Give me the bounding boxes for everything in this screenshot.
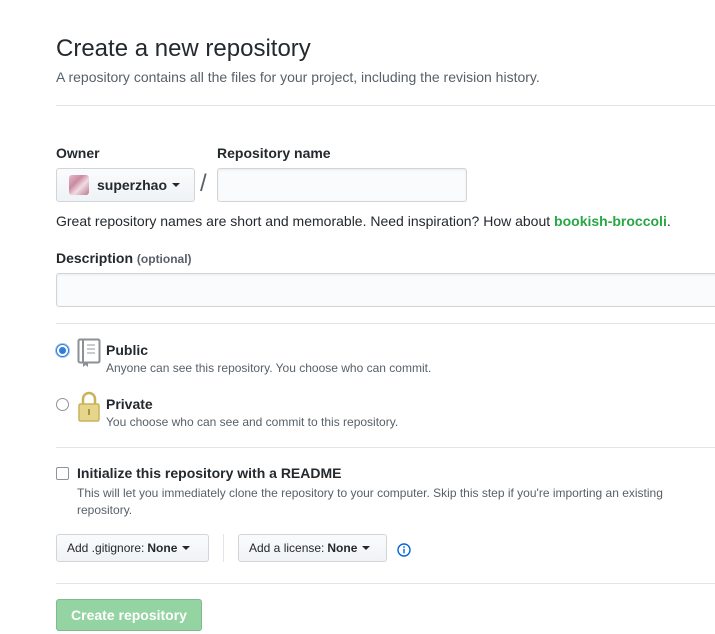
repo-name-label: Repository name — [217, 145, 331, 161]
description-input[interactable] — [56, 273, 715, 307]
create-repository-button[interactable]: Create repository — [56, 599, 202, 631]
name-suggestion[interactable]: bookish-broccoli — [554, 213, 667, 229]
lock-icon — [78, 391, 100, 422]
gitignore-select[interactable]: Add .gitignore: None — [56, 534, 209, 562]
divider — [56, 323, 715, 324]
public-title: Public — [106, 342, 149, 358]
avatar — [69, 175, 89, 195]
description-label: Description (optional) — [56, 250, 192, 266]
readme-desc-line1: This will let you immediately clone the … — [77, 486, 663, 500]
license-label: Add a license: — [249, 541, 325, 555]
page-subtitle: A repository contains all the files for … — [56, 69, 540, 85]
name-hint-suffix: . — [666, 213, 671, 229]
readme-checkbox[interactable] — [56, 467, 69, 480]
owner-repo-separator: / — [200, 170, 207, 197]
name-hint: Great repository names are short and mem… — [56, 213, 671, 229]
chevron-down-icon — [362, 546, 371, 550]
divider — [223, 534, 224, 562]
readme-label: Initialize this repository with a README — [77, 465, 342, 481]
repo-name-input[interactable] — [217, 168, 467, 202]
divider — [56, 447, 715, 448]
chevron-down-icon — [172, 183, 181, 187]
optional-tag: (optional) — [136, 252, 192, 266]
private-radio[interactable] — [56, 398, 69, 411]
description-label-text: Description — [56, 250, 134, 266]
info-icon[interactable] — [397, 543, 411, 557]
chevron-down-icon — [182, 546, 191, 550]
owner-select[interactable]: superzhao — [56, 168, 195, 202]
readme-desc-line2: repository. — [77, 503, 133, 517]
page-title: Create a new repository — [56, 35, 311, 62]
public-desc: Anyone can see this repository. You choo… — [106, 361, 432, 375]
name-hint-text: Great repository names are short and mem… — [56, 213, 555, 229]
repo-book-icon — [77, 338, 101, 367]
divider — [56, 105, 715, 106]
owner-label: Owner — [56, 145, 100, 161]
private-title: Private — [106, 396, 153, 412]
public-radio[interactable] — [56, 344, 69, 357]
private-desc: You choose who can see and commit to thi… — [106, 415, 399, 429]
divider — [56, 583, 715, 584]
gitignore-value: None — [147, 541, 178, 555]
license-value: None — [327, 541, 358, 555]
owner-name: superzhao — [97, 177, 168, 193]
license-select[interactable]: Add a license: None — [238, 534, 387, 562]
gitignore-label: Add .gitignore: — [67, 541, 145, 555]
